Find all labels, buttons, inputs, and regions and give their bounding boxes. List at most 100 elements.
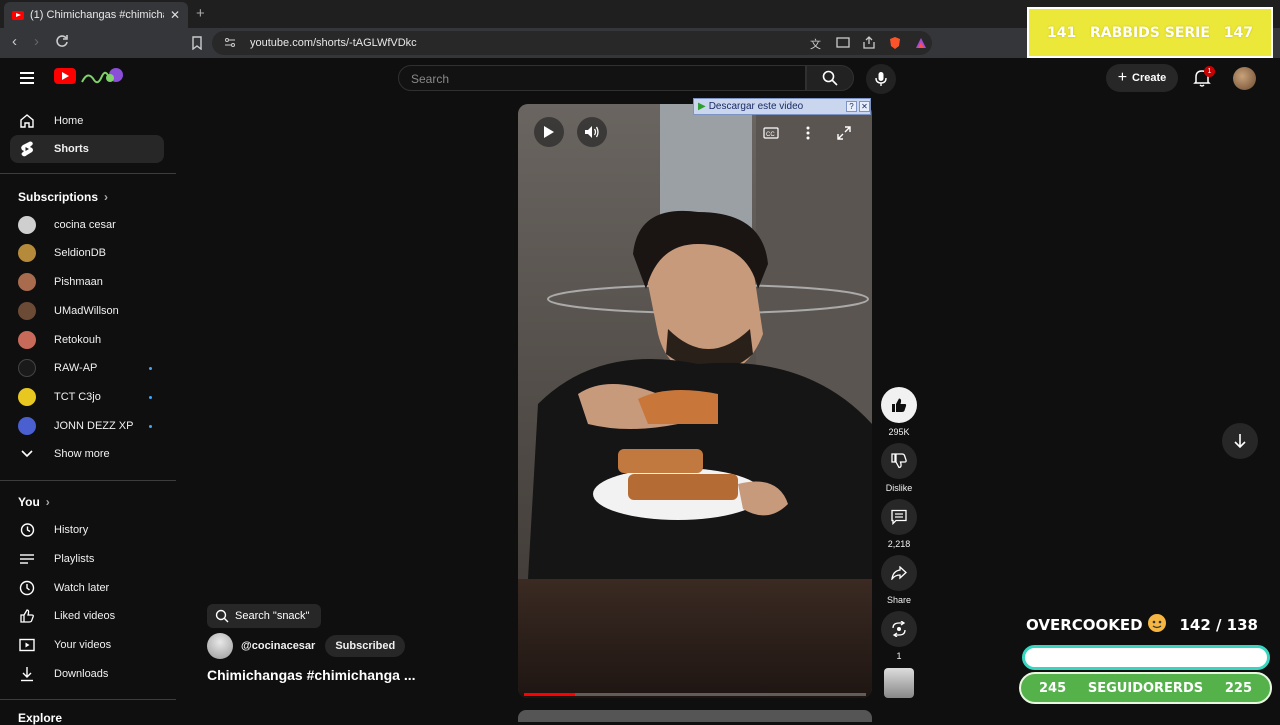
new-tab-icon[interactable]: + bbox=[196, 5, 205, 22]
sidebar-item-playlists[interactable]: Playlists bbox=[10, 545, 164, 573]
comments-button[interactable] bbox=[881, 499, 917, 535]
you-heading[interactable]: You › bbox=[18, 495, 50, 509]
chevron-right-icon: › bbox=[104, 190, 109, 204]
sidebar-divider bbox=[0, 480, 176, 481]
sidebar-item-subscription[interactable]: UMadWillson bbox=[10, 297, 164, 325]
reload-icon[interactable] bbox=[55, 34, 69, 52]
new-content-dot bbox=[149, 424, 152, 428]
dislike-button[interactable] bbox=[881, 443, 917, 479]
sidebar-item-label: Downloads bbox=[54, 668, 109, 680]
sidebar-divider bbox=[0, 173, 176, 174]
sidebar-item-your-videos[interactable]: Your videos bbox=[10, 631, 164, 659]
sidebar-item-shorts[interactable]: Shorts bbox=[10, 135, 164, 163]
channel-avatar bbox=[18, 417, 36, 435]
channel-avatar bbox=[18, 359, 36, 377]
dislike-label: Dislike bbox=[885, 483, 913, 493]
channel-avatar[interactable] bbox=[207, 633, 233, 659]
sidebar-item-liked-videos[interactable]: Liked videos bbox=[10, 602, 164, 630]
remix-count: 1 bbox=[896, 651, 902, 661]
explore-heading: Explore bbox=[18, 711, 62, 725]
close-icon[interactable]: ✕ bbox=[859, 101, 870, 112]
next-video-button[interactable] bbox=[1222, 423, 1258, 459]
fullscreen-button[interactable] bbox=[835, 124, 853, 142]
channel-avatar bbox=[18, 244, 36, 262]
channel-avatar bbox=[18, 388, 36, 406]
cast-icon[interactable] bbox=[836, 36, 850, 50]
subscribed-button[interactable]: Subscribed bbox=[325, 635, 406, 657]
search-input[interactable]: Search bbox=[398, 65, 806, 91]
rabbids-right-count: 147 bbox=[1223, 24, 1253, 41]
expand-icon bbox=[837, 126, 851, 140]
shorts-video-player[interactable] bbox=[518, 104, 872, 698]
comments-action[interactable]: 2,218 bbox=[880, 499, 918, 549]
more-options-button[interactable] bbox=[799, 124, 817, 142]
download-video-bar[interactable]: ▶ Descargar este video ? ✕ bbox=[693, 98, 871, 115]
like-action[interactable]: 295K bbox=[880, 387, 918, 437]
sidebar-item-subscription[interactable]: cocina cesar bbox=[10, 211, 164, 239]
like-button[interactable] bbox=[881, 387, 917, 423]
followers-left-count: 245 bbox=[1039, 680, 1067, 696]
share-action[interactable]: Share bbox=[880, 555, 918, 605]
tab-close-icon[interactable]: ✕ bbox=[170, 8, 180, 22]
play-button[interactable] bbox=[534, 117, 564, 147]
bookmark-icon[interactable] bbox=[191, 36, 205, 51]
back-icon[interactable]: ‹ bbox=[12, 33, 17, 50]
site-settings-icon[interactable] bbox=[224, 36, 236, 51]
followers-right-count: 225 bbox=[1224, 680, 1252, 696]
download-label: Descargar este video bbox=[708, 101, 804, 112]
followers-goal-overlay: 245 SEGUIDORERDS 225 bbox=[1019, 672, 1272, 704]
video-progress-bar[interactable] bbox=[524, 693, 866, 696]
show-more-button[interactable]: Show more bbox=[10, 440, 164, 468]
brave-shields-icon[interactable] bbox=[888, 36, 902, 50]
sidebar-item-home[interactable]: Home bbox=[10, 107, 164, 135]
sidebar-item-label: Playlists bbox=[54, 553, 95, 565]
captions-button[interactable]: CC bbox=[762, 124, 780, 142]
sidebar-item-history[interactable]: History bbox=[10, 516, 164, 544]
channel-handle[interactable]: @cocinacesar bbox=[241, 640, 315, 652]
browser-tab[interactable]: (1) Chimichangas #chimichanga ✕ bbox=[4, 2, 188, 28]
sidebar-item-label: Watch later bbox=[54, 582, 110, 594]
dislike-action[interactable]: Dislike bbox=[880, 443, 918, 493]
tab-title: (1) Chimichangas #chimichanga bbox=[30, 9, 164, 21]
sidebar-item-subscription[interactable]: RAW-AP bbox=[10, 354, 164, 382]
sidebar-item-label: TCT C3jo bbox=[54, 391, 101, 403]
sidebar-item-downloads[interactable]: Downloads bbox=[10, 660, 164, 688]
sidebar-item-label: JONN DEZZ XP bbox=[54, 420, 134, 432]
youtube-logo[interactable] bbox=[54, 68, 76, 84]
sidebar-item-subscription[interactable]: SeldionDB bbox=[10, 239, 164, 267]
sidebar-item-subscription[interactable]: Retokouh bbox=[10, 326, 164, 354]
share-page-icon[interactable] bbox=[862, 36, 876, 50]
hamburger-menu-icon[interactable] bbox=[20, 72, 34, 84]
voice-search-button[interactable] bbox=[866, 64, 896, 94]
sidebar-item-watch-later[interactable]: Watch later bbox=[10, 574, 164, 602]
remix-action[interactable]: 1 bbox=[880, 611, 918, 661]
forward-icon[interactable]: › bbox=[34, 33, 39, 50]
sidebar-item-label: Pishmaan bbox=[54, 276, 103, 288]
account-avatar[interactable] bbox=[1233, 67, 1256, 90]
subscriptions-heading[interactable]: Subscriptions › bbox=[18, 190, 108, 204]
sidebar-item-label: RAW-AP bbox=[54, 362, 98, 374]
channel-avatar bbox=[18, 302, 36, 320]
help-icon[interactable]: ? bbox=[846, 101, 857, 112]
create-button[interactable]: + Create bbox=[1106, 64, 1178, 92]
video-progress-fill bbox=[524, 693, 576, 696]
new-content-dot bbox=[149, 395, 152, 399]
brave-rewards-icon[interactable] bbox=[914, 36, 928, 50]
remix-button[interactable] bbox=[881, 611, 917, 647]
translate-icon[interactable]: 文 bbox=[810, 36, 824, 51]
search-icon bbox=[215, 609, 229, 623]
search-button[interactable] bbox=[806, 65, 854, 91]
sidebar-item-subscription[interactable]: TCT C3jo bbox=[10, 383, 164, 411]
next-short-preview[interactable] bbox=[518, 710, 872, 722]
sidebar-item-label: Retokouh bbox=[54, 334, 102, 346]
volume-button[interactable] bbox=[577, 117, 607, 147]
video-title[interactable]: Chimichangas #chimichanga ... bbox=[207, 667, 416, 683]
audio-source-thumbnail[interactable] bbox=[884, 668, 914, 698]
rabbids-left-count: 141 bbox=[1047, 24, 1077, 41]
share-button[interactable] bbox=[881, 555, 917, 591]
address-bar[interactable]: youtube.com/shorts/-tAGLWfVDkc bbox=[212, 31, 932, 55]
sidebar-item-subscription[interactable]: Pishmaan bbox=[10, 268, 164, 296]
sidebar-item-subscription[interactable]: JONN DEZZ XP bbox=[10, 412, 164, 440]
search-suggestion-chip[interactable]: Search "snack" bbox=[207, 604, 321, 628]
svg-text:CC: CC bbox=[766, 132, 775, 138]
